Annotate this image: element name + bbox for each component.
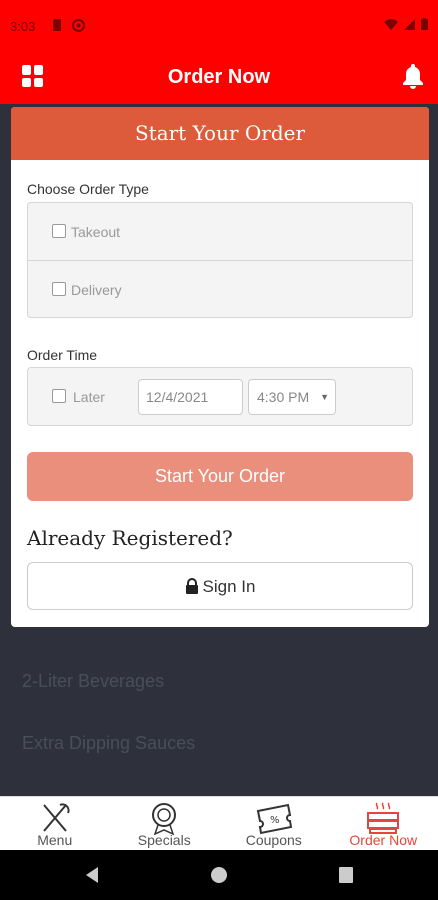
later-option: Later 12/4/2021 4:30 PM ▼ [28, 368, 412, 425]
takeout-checkbox[interactable] [52, 224, 66, 238]
tab-label: Specials [137, 832, 191, 848]
list-item: Extra Dipping Sauces [22, 733, 196, 753]
battery-icon [421, 18, 428, 30]
back-icon[interactable] [84, 866, 100, 884]
tab-label: Coupons [245, 832, 302, 848]
badge-icon [152, 803, 177, 835]
pizza-box-icon [367, 802, 400, 834]
delivery-label: Delivery [71, 282, 122, 298]
list-item: 2-Liter Beverages [22, 671, 165, 691]
tab-label: Menu [37, 832, 73, 848]
tab-order-now[interactable]: Order Now [329, 797, 438, 850]
sign-in-label: Sign In [202, 577, 256, 596]
time-value: 4:30 PM [257, 389, 310, 405]
sd-card-icon [53, 19, 61, 31]
time-select[interactable]: 4:30 PM ▼ [248, 379, 336, 415]
tab-coupons[interactable]: % Coupons [219, 797, 329, 850]
page-title: Order Now [167, 66, 271, 88]
coupon-icon: % [256, 803, 292, 835]
system-nav-bar [0, 850, 438, 900]
order-type-label: Choose Order Type [27, 181, 149, 197]
delivery-checkbox[interactable] [52, 282, 66, 296]
order-type-options: Takeout Delivery [27, 202, 413, 318]
fork-knife-icon [42, 803, 70, 832]
later-label: Later [73, 389, 105, 405]
takeout-label: Takeout [71, 224, 121, 240]
already-registered-heading: Already Registered? [27, 526, 233, 550]
status-bar: 3:03 [0, 0, 438, 52]
card-header: Start Your Order [11, 107, 429, 160]
later-checkbox[interactable] [52, 389, 66, 403]
order-time-label: Order Time [27, 347, 98, 363]
circle-a-icon [72, 19, 85, 32]
wifi-icon [384, 18, 398, 30]
home-icon[interactable] [210, 866, 228, 884]
signal-icon [404, 18, 415, 30]
tab-label: Order Now [349, 832, 418, 848]
order-time-box: Later 12/4/2021 4:30 PM ▼ [27, 367, 413, 426]
delivery-option[interactable]: Delivery [28, 260, 412, 317]
start-order-button[interactable]: Start Your Order [27, 452, 413, 501]
start-order-card: Start Your Order Choose Order Type Takeo… [11, 107, 429, 627]
recents-icon[interactable] [338, 866, 354, 884]
app-bar: Order Now [0, 52, 438, 104]
tab-menu[interactable]: Menu [0, 797, 110, 850]
sign-in-button[interactable]: Sign In [27, 562, 413, 610]
svg-text:%: % [270, 815, 280, 826]
chevron-down-icon: ▼ [320, 392, 329, 402]
bottom-tab-bar: Menu Specials % Coupons Order Now [0, 796, 438, 850]
status-right-icons [384, 18, 428, 30]
takeout-option[interactable]: Takeout [28, 203, 412, 260]
date-input[interactable]: 12/4/2021 [138, 379, 243, 415]
tab-specials[interactable]: Specials [110, 797, 220, 850]
status-time: 3:03 [10, 19, 36, 34]
lock-icon [185, 578, 198, 594]
bell-icon[interactable] [400, 62, 426, 90]
